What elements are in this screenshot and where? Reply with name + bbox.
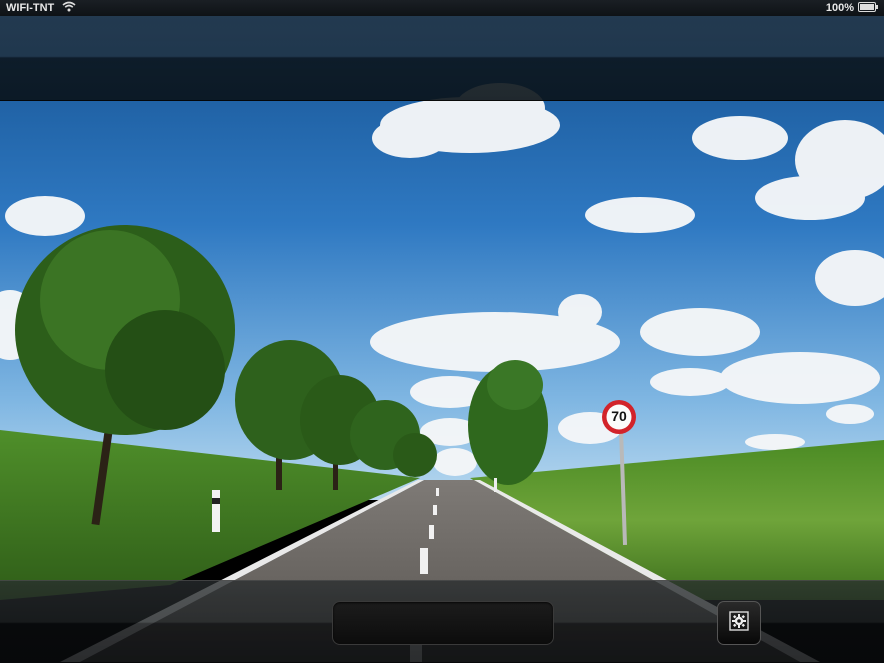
gear-icon xyxy=(727,609,751,638)
settings-button[interactable] xyxy=(717,601,761,645)
battery-percent: 100% xyxy=(825,2,854,14)
photo-scrubber[interactable] xyxy=(332,601,554,645)
wifi-icon xyxy=(62,1,76,15)
top-toolbar xyxy=(0,16,884,101)
battery-icon xyxy=(858,1,878,15)
bottom-toolbar xyxy=(0,580,884,663)
speed-sign-label: 70 xyxy=(611,408,627,424)
carrier-label: WIFI-TNT xyxy=(6,2,55,14)
status-bar: WIFI-TNT 100% xyxy=(0,0,884,16)
